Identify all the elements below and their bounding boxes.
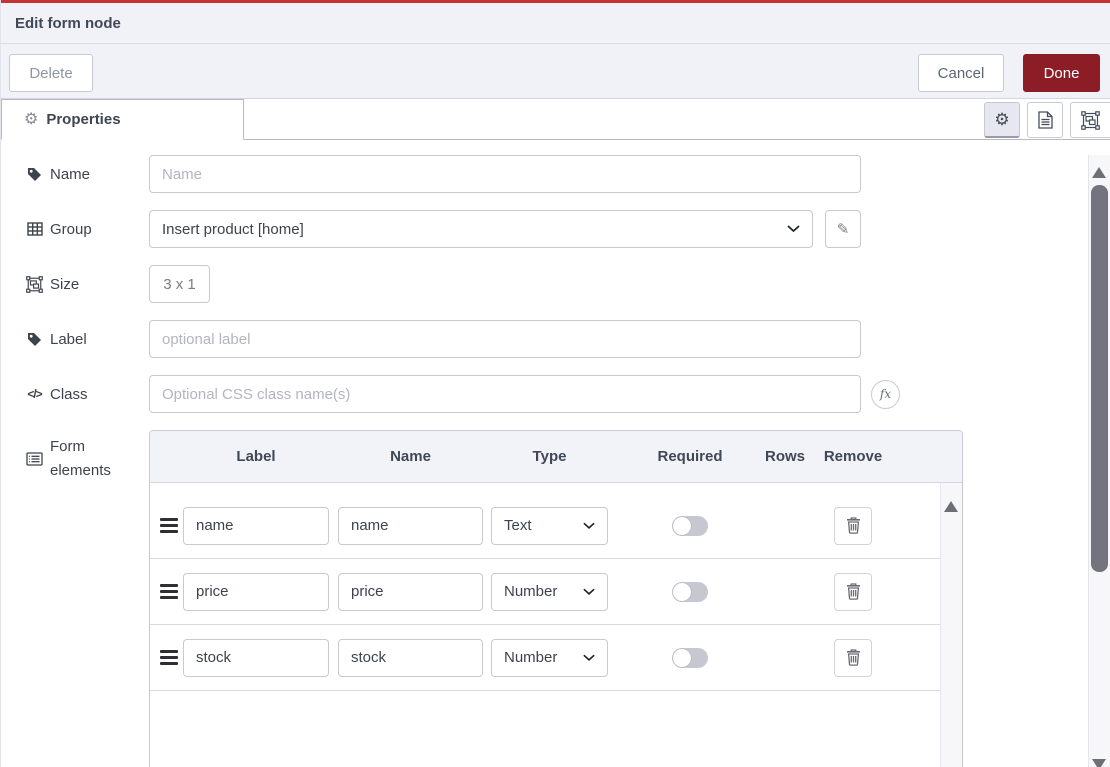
scrollbar-thumb[interactable] — [1091, 185, 1108, 572]
page-scrollbar[interactable] — [1088, 155, 1110, 767]
drag-handle-icon[interactable] — [160, 650, 178, 665]
edit-group-button[interactable]: ✎ — [825, 210, 861, 248]
name-field-label: Name — [1, 166, 149, 183]
tab-bar: ⚙ Properties ⚙ — [1, 99, 1110, 140]
group-field-row: Group Insert product [home] ✎ — [1, 210, 1110, 248]
tab-properties[interactable]: ⚙ Properties — [1, 99, 244, 140]
drag-handle-icon[interactable] — [160, 584, 178, 599]
group-select-value: Insert product [home] — [162, 221, 304, 238]
size-field-row: Size 3 x 1 — [1, 265, 1110, 303]
element-name-input[interactable] — [338, 507, 483, 545]
description-toolbar-button[interactable] — [1027, 102, 1063, 138]
toggle-knob — [673, 517, 691, 535]
form-element-row-1: Text — [150, 483, 940, 559]
group-select[interactable]: Insert product [home] — [149, 210, 813, 248]
remove-element-button[interactable] — [834, 639, 872, 677]
column-header-name: Name — [338, 448, 483, 465]
column-header-rows: Rows — [760, 448, 810, 465]
size-button[interactable]: 3 x 1 — [149, 265, 210, 303]
required-toggle[interactable] — [672, 582, 708, 602]
chevron-down-icon — [583, 522, 595, 530]
size-field-label: Size — [1, 276, 149, 293]
trash-icon — [846, 583, 861, 600]
object-group-icon — [1081, 111, 1100, 130]
class-input[interactable] — [149, 375, 861, 413]
scroll-up-arrow-icon[interactable] — [944, 501, 958, 512]
class-field-label: </> Class — [1, 386, 149, 403]
name-field-row: Name — [1, 155, 1110, 193]
expression-button[interactable]: fx — [871, 380, 900, 409]
table-icon — [26, 222, 43, 236]
toggle-knob — [673, 649, 691, 667]
group-field-label: Group — [1, 221, 149, 238]
element-label-input[interactable] — [183, 507, 329, 545]
element-name-input[interactable] — [338, 573, 483, 611]
element-name-input[interactable] — [338, 639, 483, 677]
object-group-icon — [26, 276, 43, 293]
remove-element-button[interactable] — [834, 573, 872, 611]
element-label-input[interactable] — [183, 639, 329, 677]
dialog-title: Edit form node — [15, 15, 121, 32]
gear-icon: ⚙ — [24, 112, 38, 128]
label-field-label: Label — [1, 331, 149, 348]
element-type-select[interactable]: Text — [491, 507, 608, 545]
form-element-row-3: Number — [150, 625, 940, 691]
list-icon — [26, 452, 43, 466]
required-toggle[interactable] — [672, 648, 708, 668]
tag-icon — [26, 332, 43, 347]
form-element-row-2: Number — [150, 559, 940, 625]
chevron-down-icon — [787, 225, 800, 233]
scroll-down-arrow-icon[interactable] — [1092, 759, 1106, 767]
fx-icon: fx — [880, 387, 891, 401]
dialog-button-bar: Delete Cancel Done — [1, 44, 1110, 99]
table-scrollbar[interactable] — [940, 483, 962, 767]
properties-panel: Name Group Insert product [h — [1, 155, 1110, 767]
trash-icon — [846, 649, 861, 666]
form-elements-row: Form elements Label Name Type Required R… — [1, 430, 1110, 767]
form-elements-table-body: Text — [150, 483, 940, 767]
scroll-up-arrow-icon[interactable] — [1092, 167, 1106, 178]
required-toggle[interactable] — [672, 516, 708, 536]
chevron-down-icon — [583, 654, 595, 662]
delete-button[interactable]: Delete — [9, 54, 93, 92]
form-elements-table-header: Label Name Type Required Rows Remove — [150, 431, 962, 483]
element-label-input[interactable] — [183, 573, 329, 611]
code-icon: </> — [26, 387, 43, 401]
class-field-row: </> Class fx — [1, 375, 1110, 413]
edit-form-node-dialog: Edit form node Delete Cancel Done ⚙ Prop… — [0, 0, 1110, 767]
tab-properties-label: Properties — [46, 111, 120, 128]
document-icon — [1038, 111, 1053, 129]
label-field-row: Label — [1, 320, 1110, 358]
appearance-toolbar-button[interactable] — [1070, 102, 1110, 138]
cancel-button[interactable]: Cancel — [918, 54, 1004, 92]
properties-toolbar-button[interactable]: ⚙ — [984, 102, 1020, 138]
name-input[interactable] — [149, 155, 861, 193]
chevron-down-icon — [583, 588, 595, 596]
element-type-select[interactable]: Number — [491, 639, 608, 677]
toggle-knob — [673, 583, 691, 601]
pencil-icon: ✎ — [837, 220, 850, 238]
trash-icon — [846, 517, 861, 534]
label-input[interactable] — [149, 320, 861, 358]
element-type-select[interactable]: Number — [491, 573, 608, 611]
tag-icon — [26, 167, 43, 182]
column-header-label: Label — [183, 448, 329, 465]
dialog-title-bar: Edit form node — [1, 3, 1110, 44]
form-elements-table: Label Name Type Required Rows Remove Tex… — [149, 430, 963, 767]
column-header-required: Required — [635, 448, 745, 465]
gear-icon: ⚙ — [994, 111, 1009, 128]
tab-toolbar: ⚙ — [984, 102, 1110, 139]
form-elements-label: Form elements — [1, 430, 149, 483]
remove-element-button[interactable] — [834, 507, 872, 545]
column-header-type: Type — [491, 448, 608, 465]
done-button[interactable]: Done — [1023, 54, 1100, 92]
column-header-remove: Remove — [813, 448, 893, 465]
drag-handle-icon[interactable] — [160, 518, 178, 533]
